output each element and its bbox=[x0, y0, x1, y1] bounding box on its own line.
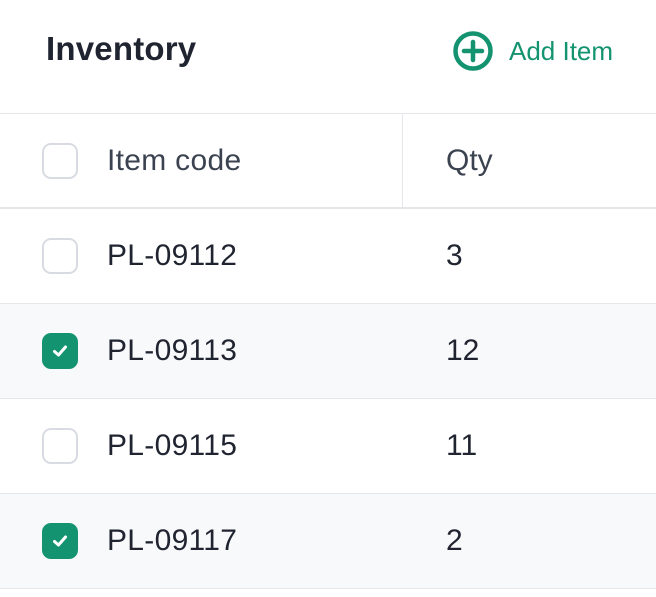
qty-cell: 12 bbox=[446, 334, 480, 367]
row-checkbox[interactable] bbox=[42, 333, 78, 369]
select-all-checkbox[interactable] bbox=[42, 142, 78, 179]
item-code-cell: PL-09112 bbox=[107, 239, 238, 272]
inventory-table: Item code Qty PL-09112 3 PL-09113 12 PL-… bbox=[0, 114, 656, 589]
item-code-cell: PL-09113 bbox=[107, 334, 238, 367]
row-checkbox[interactable] bbox=[42, 428, 78, 464]
qty-cell: 11 bbox=[446, 429, 478, 462]
column-header-item-code[interactable]: Item code bbox=[107, 144, 241, 178]
page-title: Inventory bbox=[46, 30, 197, 67]
row-checkbox[interactable] bbox=[42, 523, 78, 559]
table-header-row: Item code Qty bbox=[0, 114, 656, 209]
item-code-cell: PL-09115 bbox=[107, 429, 238, 462]
column-divider bbox=[402, 114, 403, 207]
item-code-cell: PL-09117 bbox=[107, 524, 238, 557]
add-item-label: Add Item bbox=[509, 35, 614, 66]
page-header: Inventory Add Item bbox=[0, 0, 656, 114]
add-item-button[interactable]: Add Item bbox=[452, 29, 613, 73]
plus-circle-icon bbox=[453, 31, 493, 71]
qty-cell: 2 bbox=[446, 524, 463, 557]
table-row[interactable]: PL-09115 11 bbox=[0, 399, 656, 494]
row-checkbox[interactable] bbox=[42, 238, 78, 274]
checkmark-icon bbox=[53, 535, 67, 547]
column-header-qty[interactable]: Qty bbox=[446, 144, 493, 178]
table-row[interactable]: PL-09117 2 bbox=[0, 494, 656, 589]
table-row[interactable]: PL-09112 3 bbox=[0, 209, 656, 304]
qty-cell: 3 bbox=[446, 239, 463, 272]
checkmark-icon bbox=[53, 345, 67, 357]
table-row[interactable]: PL-09113 12 bbox=[0, 304, 656, 399]
